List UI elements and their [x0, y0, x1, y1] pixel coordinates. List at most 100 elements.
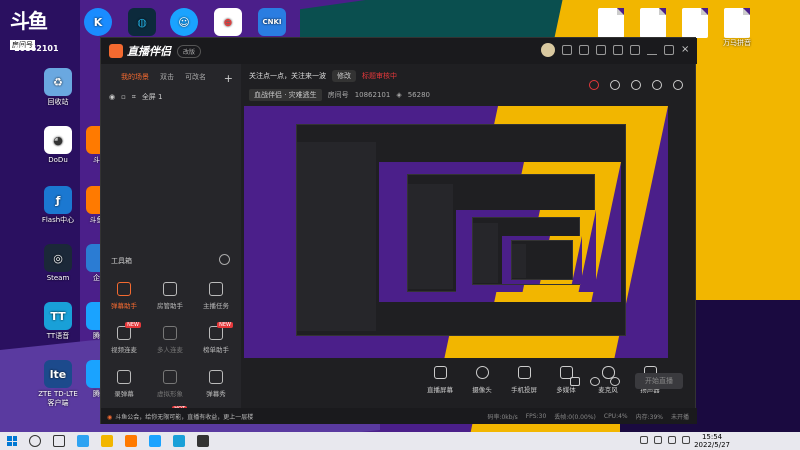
desktop-icon-app3[interactable]: ☺: [162, 8, 206, 38]
add-screen-capture[interactable]: 直播屏幕: [419, 364, 461, 394]
danmaku-icon: [117, 282, 131, 296]
record-video-icon[interactable]: [570, 377, 580, 386]
network-icon[interactable]: [654, 436, 662, 444]
desktop-icon-label: Steam: [46, 274, 70, 282]
category-tag[interactable]: 血战伴侣 · 灾难逃生: [249, 89, 322, 101]
desktop-icon-flash[interactable]: ƒ Flash中心: [36, 186, 80, 225]
dropped-frames: 丢帧:0(0.00%): [554, 413, 596, 421]
eye-icon[interactable]: ◉: [109, 93, 115, 101]
tool-label: 虚拟形象: [157, 390, 183, 398]
chart-icon[interactable]: [610, 80, 620, 90]
menu-icon[interactable]: [630, 45, 640, 55]
edit-title-button[interactable]: 修改: [332, 70, 356, 82]
live-preview[interactable]: [244, 106, 668, 358]
desktop-icon-app4[interactable]: ⊕: [206, 8, 250, 38]
tv-icon: [209, 370, 223, 384]
windows-start-icon[interactable]: [7, 436, 17, 446]
download-icon: [163, 370, 177, 384]
preview-level-4: [502, 236, 582, 284]
input-method-icon[interactable]: [682, 436, 690, 444]
douyu-taskbar-icon[interactable]: [125, 435, 137, 447]
app4-icon: ⊕: [214, 8, 242, 36]
maximize-icon[interactable]: [664, 45, 674, 55]
add-phone-cast[interactable]: 手机投屏: [503, 364, 545, 394]
chevron-up-icon[interactable]: [640, 436, 648, 444]
desktop-icon-app2[interactable]: ◍: [120, 8, 164, 38]
recycle-bin-icon: ♻: [44, 68, 72, 96]
grid-icon[interactable]: [631, 80, 641, 90]
share-icon[interactable]: [673, 80, 683, 90]
tshirt-icon[interactable]: [579, 45, 589, 55]
tool-label: 手机投屏: [511, 386, 537, 394]
desktop-icon-kugou[interactable]: K: [76, 8, 120, 38]
skin-icon[interactable]: [562, 45, 572, 55]
desktop-icon-recycle-bin[interactable]: ♻ 回收站: [36, 68, 80, 107]
scene-item[interactable]: ◉ ▫ ⌗ 全屏 1: [109, 92, 163, 102]
add-camera[interactable]: 摄像头: [461, 364, 503, 394]
desktop-file-2[interactable]: [640, 8, 666, 38]
tab-rename[interactable]: 可改名: [185, 72, 206, 85]
tool-label: 麦克风: [598, 386, 618, 394]
tab-my-scenes[interactable]: 我的场景: [121, 72, 149, 85]
bell-icon[interactable]: [652, 80, 662, 90]
version-tag[interactable]: 改版: [177, 44, 202, 58]
desktop-icon-tt[interactable]: TT TT语音: [36, 302, 80, 341]
notice-text[interactable]: ◉ 斗鱼公会，给你无限可能，直播有收益，更上一层楼: [107, 412, 487, 421]
tool-multi-link[interactable]: 多人连麦: [147, 326, 193, 354]
collapse-icon[interactable]: [219, 254, 230, 265]
desktop-file-1[interactable]: [598, 8, 624, 38]
desktop-icon-dodu[interactable]: ◕ DoDu: [36, 126, 80, 165]
edge-icon[interactable]: [77, 435, 89, 447]
desktop-icon-label: TT语音: [46, 332, 70, 340]
message-icon[interactable]: [596, 45, 606, 55]
start-live-button[interactable]: 开始直播: [635, 373, 683, 389]
gift-icon[interactable]: [589, 80, 599, 90]
tool-record-danmaku[interactable]: 录弹幕: [101, 370, 147, 398]
tab-double-click[interactable]: 双击: [160, 72, 174, 85]
desktop-icon-steam[interactable]: ◎ Steam: [36, 244, 80, 283]
fps: FPS:30: [525, 412, 547, 420]
tool-anchor-tasks[interactable]: 主播任务: [193, 282, 239, 310]
tool-danmaku-assistant[interactable]: 弹幕助手: [101, 282, 147, 310]
gear-icon[interactable]: [610, 377, 620, 386]
task-view-icon[interactable]: [53, 435, 65, 447]
lock-icon[interactable]: ▫: [121, 93, 126, 101]
room-manager-icon: [163, 282, 177, 296]
search-icon[interactable]: [29, 435, 41, 447]
explorer-icon[interactable]: [101, 435, 113, 447]
close-icon[interactable]: ×: [681, 45, 691, 55]
tool-virtual-avatar[interactable]: 虚拟形象: [147, 370, 193, 398]
monitor-icon: [433, 366, 447, 379]
timer-icon[interactable]: [590, 377, 600, 386]
minimize-icon[interactable]: [647, 45, 657, 55]
tool-room-manager[interactable]: 房管助手: [147, 282, 193, 310]
system-clock[interactable]: 15:54 2022/5/27: [694, 433, 730, 449]
qq-icon[interactable]: [149, 435, 161, 447]
tool-rank-assistant[interactable]: NEW 榜单助手: [193, 322, 239, 354]
toolbox-title: 工具箱: [111, 257, 132, 265]
desktop-file-label: 万马拼音: [723, 39, 751, 47]
scene-panel: 我的场景 双击 可改名 + ◉ ▫ ⌗ 全屏 1 工具箱 弹幕助手 房管助手 主…: [101, 64, 241, 424]
memory-usage: 内存:39%: [635, 413, 663, 421]
desktop-icon-cnki[interactable]: CNKI: [250, 8, 294, 38]
desktop-icon-zte[interactable]: lte ZTE TD-LTE 客户端: [36, 360, 80, 408]
add-scene-icon[interactable]: +: [224, 72, 233, 85]
tt-taskbar-icon[interactable]: [173, 435, 185, 447]
dodu-icon: ◕: [44, 126, 72, 154]
desktop-file-4[interactable]: [724, 8, 750, 38]
volume-icon[interactable]: [668, 436, 676, 444]
stream-title: 关注点一点，关注来一波: [249, 72, 326, 80]
room-id-watermark: 10862101: [14, 44, 59, 53]
desktop-icon-label: 回收站: [47, 98, 69, 106]
app-taskbar-icon[interactable]: [197, 435, 209, 447]
new-badge: NEW: [125, 322, 141, 328]
tool-label: 弹幕助手: [111, 302, 137, 310]
settings-icon[interactable]: [613, 45, 623, 55]
bitrate: 码率:0kb/s: [487, 413, 518, 421]
kugou-icon: K: [84, 8, 112, 36]
tool-video-link[interactable]: NEW 视频连麦: [101, 322, 147, 354]
tool-danmaku-show[interactable]: 弹幕秀: [193, 370, 239, 398]
avatar[interactable]: [541, 43, 555, 57]
desktop-file-3[interactable]: [682, 8, 708, 38]
scene-tabs: 我的场景 双击 可改名 +: [101, 64, 241, 85]
